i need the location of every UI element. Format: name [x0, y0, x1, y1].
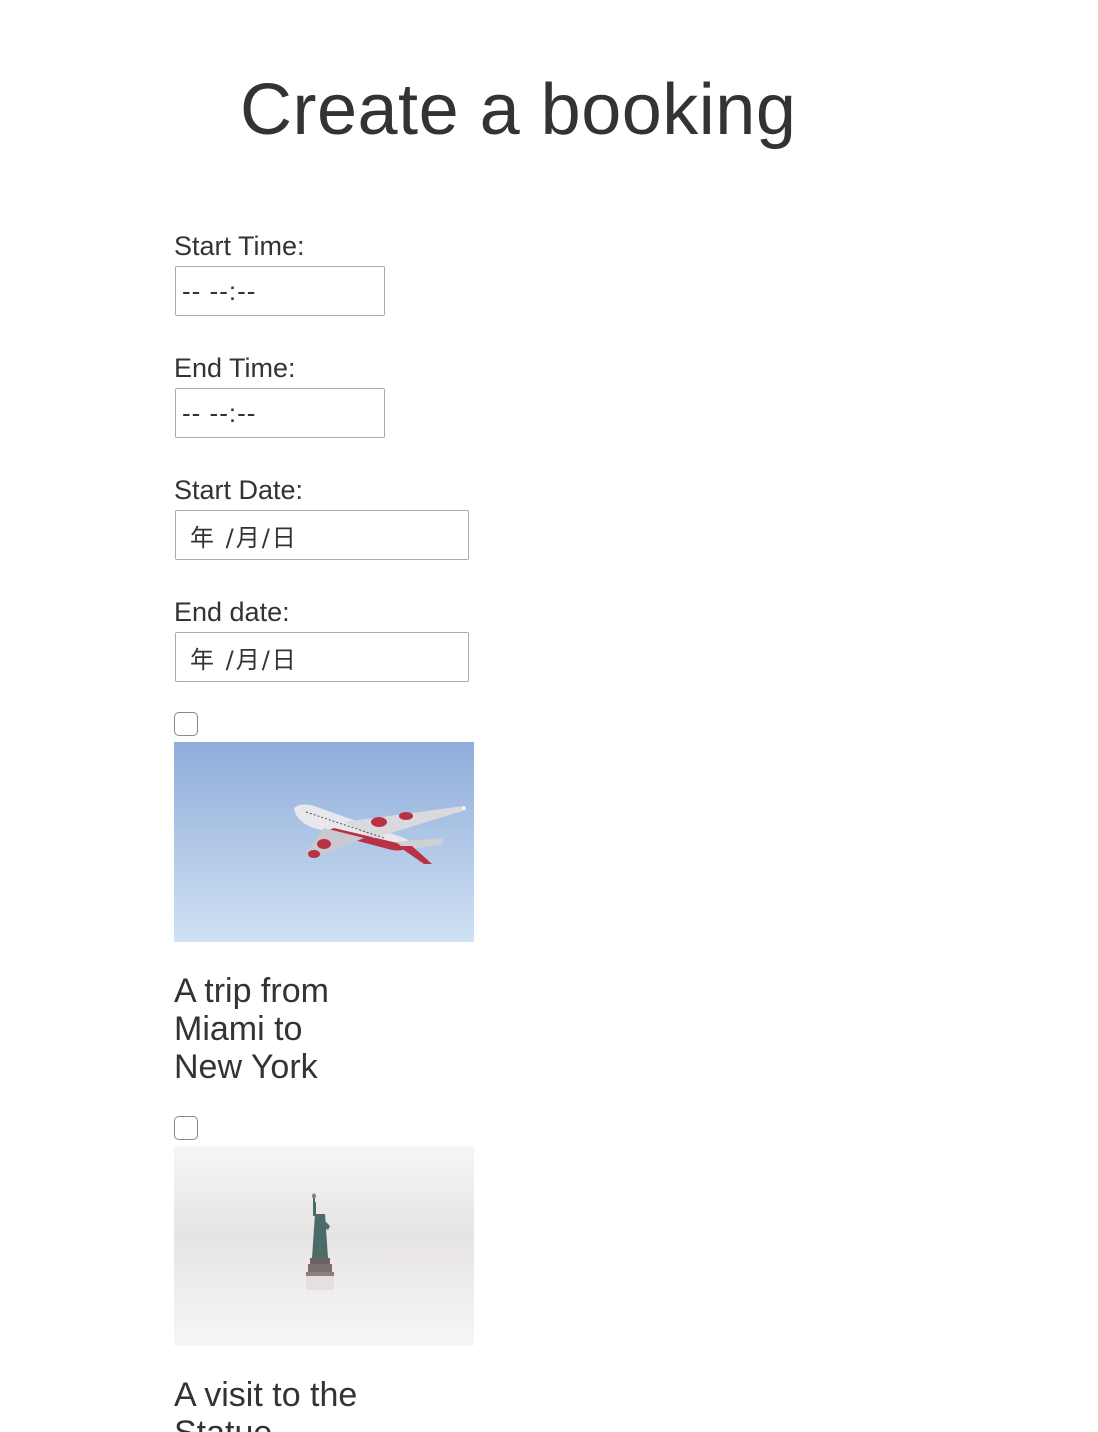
airplane-photo	[174, 742, 474, 942]
start-date-input[interactable]: 年 /月/日	[175, 510, 469, 560]
start-time-group: Start Time: -- --:--	[174, 228, 594, 350]
start-time-input[interactable]: -- --:--	[175, 266, 385, 316]
end-time-group: End Time: -- --:--	[174, 350, 594, 472]
start-time-label: Start Time:	[174, 231, 305, 261]
end-time-input[interactable]: -- --:--	[175, 388, 385, 438]
trip-card: A visit to the Statue	[174, 1116, 474, 1432]
end-date-label: End date:	[174, 597, 290, 627]
start-date-group: Start Date: 年 /月/日	[174, 472, 594, 594]
end-date-input[interactable]: 年 /月/日	[175, 632, 469, 682]
trip-checkbox[interactable]	[174, 712, 198, 736]
statue-of-liberty-photo	[174, 1146, 474, 1346]
start-date-value: 年 /月/日	[190, 523, 298, 552]
page-title: Create a booking	[240, 70, 797, 150]
start-date-label: Start Date:	[174, 475, 304, 505]
booking-form: Start Time: -- --:-- End Time: -- --:-- …	[174, 228, 594, 1432]
end-date-value: 年 /月/日	[190, 645, 298, 674]
booking-page: Create a booking Start Time: -- --:-- En…	[0, 0, 1098, 1432]
start-time-value: -- --:--	[182, 275, 257, 306]
end-date-group: End date: 年 /月/日	[174, 594, 594, 712]
end-time-label: End Time:	[174, 353, 296, 383]
trip-card: A trip from Miami to New York	[174, 712, 474, 1116]
trip-title: A trip from Miami to New York	[174, 972, 329, 1086]
trip-title: A visit to the Statue	[174, 1376, 358, 1432]
trip-checkbox[interactable]	[174, 1116, 198, 1140]
end-time-value: -- --:--	[182, 397, 257, 428]
